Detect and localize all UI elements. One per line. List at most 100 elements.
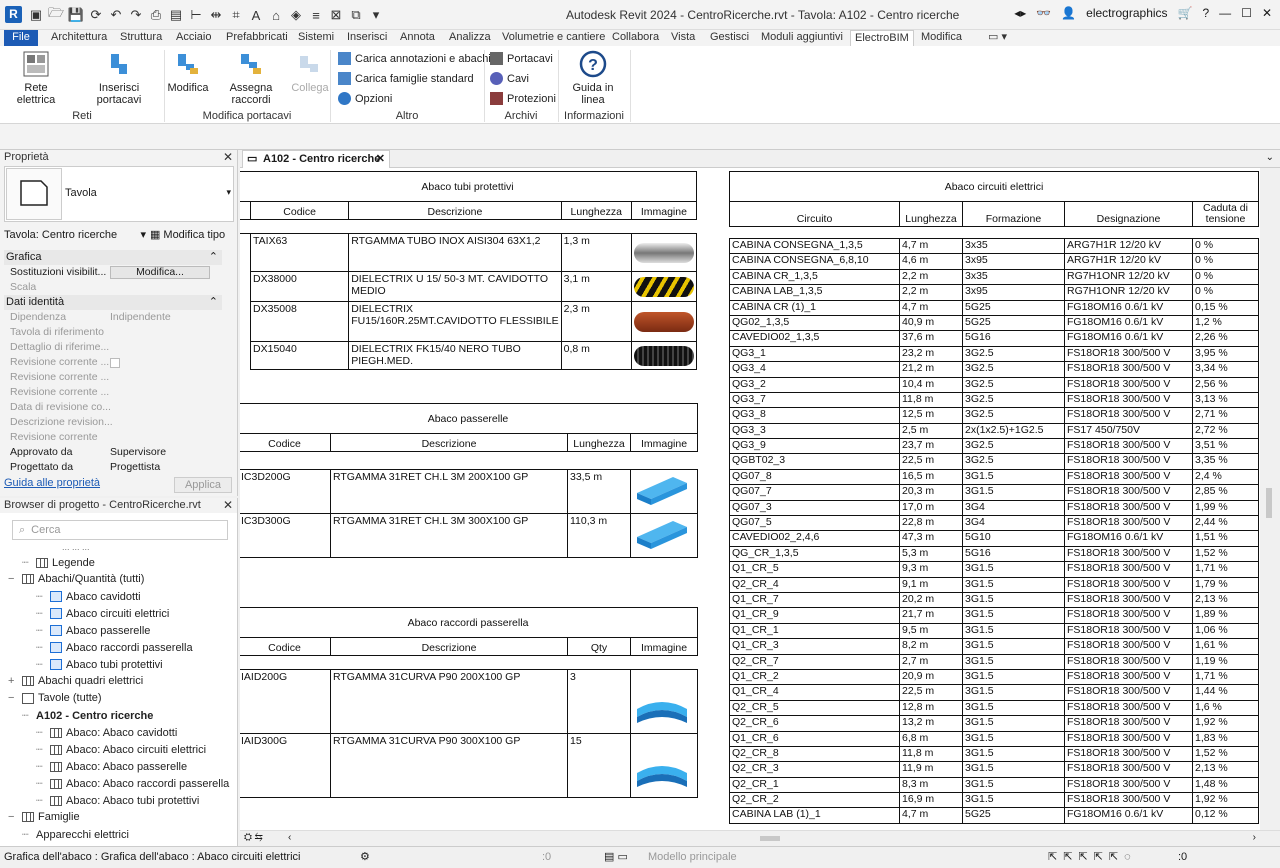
binoculars-icon[interactable]: 👓 [1036,6,1051,20]
measure-icon[interactable]: ⊢ [188,7,204,23]
panel-toggle-icon[interactable]: ▭ ▾ [984,30,1011,46]
doc-tab-a102[interactable]: ▭ A102 - Centro ricerche ✕ [242,150,390,168]
expand-icon[interactable]: − [8,573,18,585]
tag-icon[interactable]: ⌗ [228,7,244,23]
tab-electrobim[interactable]: ElectroBIM [850,30,914,46]
section-icon[interactable]: ◈ [288,7,304,23]
portacavi-button[interactable]: Portacavi [490,52,553,65]
table-row[interactable]: QG3_1 23,2 m 3G2.5 FS18OR18 300/500 V 3,95 % [729,345,1260,363]
pdf-icon[interactable]: ▤ [168,7,184,23]
print-icon[interactable]: ⎙ [148,7,164,23]
tree-item[interactable]: ┈ Abaco: Abaco raccordi passerella [36,777,229,791]
tab-analizza[interactable]: Analizza [445,30,495,46]
table-row[interactable]: CABINA CR_1,3,5 2,2 m 3x35 RG7H1ONR 12/20 k… [729,268,1260,286]
tree-item[interactable]: ┈ Abaco: Abaco circuiti elettrici [36,743,206,757]
table-row[interactable]: DX15040 DIELECTRIX FK15/40 NERO TUBO PIEG… [240,341,698,370]
tab-file[interactable]: File [4,30,38,46]
table-row[interactable]: TAIX63 RTGAMMA TUBO INOX AISI304 63X1,2 1,… [240,233,698,272]
tab-sistemi[interactable]: Sistemi [294,30,338,46]
table-row[interactable]: Q2_CR_2 16,9 m 3G1.5 FS18OR18 300/500 V 1,92… [729,792,1260,809]
tree-item[interactable]: ┈ Abaco passerelle [36,624,150,638]
assegna-raccordi-button[interactable]: Assegna raccordi [212,50,290,106]
table-row[interactable]: CABINA LAB_1,3,5 2,2 m 3x95 RG7H1ONR 12/20 … [729,284,1260,301]
filter-count[interactable]: :0 [1178,851,1187,863]
table-row[interactable]: Q2_CR_3 11,9 m 3G1.5 FS18OR18 300/500 V 2,13… [729,761,1260,778]
tab-struttura[interactable]: Struttura [116,30,166,46]
table-row[interactable]: QG3_7 11,8 m 3G2.5 FS18OR18 300/500 V 3,13 % [729,391,1260,409]
view-control-icon[interactable]: ⛭ ⇆ [244,832,263,843]
horizontal-scrollbar[interactable]: ⛭ ⇆ ‹ › [240,830,1280,846]
table-row[interactable]: Q1_CR_4 22,5 m 3G1.5 FS18OR18 300/500 V 1,44… [729,684,1260,701]
worksharing-icon[interactable]: ⚙ [360,850,370,863]
scroll-thumb[interactable] [760,836,780,841]
dimension-icon[interactable]: ⇹ [208,7,224,23]
table-row[interactable]: Q1_CR_1 9,5 m 3G1.5 FS18OR18 300/500 V 1,06 … [729,622,1260,640]
table-row[interactable]: Q2_CR_7 2,7 m 3G1.5 FS18OR18 300/500 V 1,19 … [729,653,1260,670]
scroll-thumb[interactable] [1266,488,1272,518]
checkbox[interactable] [110,358,120,368]
schedule-tubi[interactable]: Abaco tubi protettivi Codice Descrizione L… [240,171,698,370]
scroll-right-icon[interactable]: › [1253,832,1256,843]
table-row[interactable]: QG07_8 16,5 m 3G1.5 FS18OR18 300/500 V 2,4 % [729,468,1260,486]
model-icon[interactable]: ▤ ▭ [604,850,628,863]
table-row[interactable]: DX35008 DIELECTRIX FU15/160R.25MT.CAVIDOT… [240,301,698,342]
thin-lines-icon[interactable]: ≡ [308,7,324,23]
tree-item[interactable]: ┈ Abaco: Abaco cavidotti [36,726,177,740]
table-row[interactable]: IAID300G RTGAMMA 31CURVA P90 300X100 GP 15 [240,733,698,798]
tab-gestisci[interactable]: Gestisci [706,30,753,46]
modifica-button[interactable]: Modifica [166,50,210,94]
schedule-passerelle[interactable]: Abaco passerelle Codice Descrizione Lunghe… [240,403,698,558]
opzioni-button[interactable]: Opzioni [338,92,392,105]
tree-item[interactable]: ┈ Abaco: Abaco passerelle [36,760,187,774]
close-icon[interactable]: ✕ [223,150,233,165]
close-window-icon[interactable]: ✕ [1262,6,1272,20]
tab-moduli[interactable]: Moduli aggiuntivi [757,30,847,46]
carica-famiglie-button[interactable]: Carica famiglie standard [338,72,474,85]
tab-architettura[interactable]: Architettura [47,30,111,46]
table-row[interactable]: Q1_CR_9 21,7 m 3G1.5 FS18OR18 300/500 V 1,89… [729,607,1260,624]
maximize-icon[interactable]: ☐ [1241,6,1252,20]
apply-button[interactable]: Applica [174,477,232,493]
table-row[interactable]: CABINA CONSEGNA_1,3,5 4,7 m 3x35 ARG7H1R 12… [729,237,1260,255]
tree-item[interactable]: ┈ Abaco raccordi passerella [36,641,193,655]
help-icon[interactable]: ? [1202,6,1209,20]
tab-acciaio[interactable]: Acciaio [172,30,215,46]
close-tab-icon[interactable]: ✕ [376,151,385,167]
table-row[interactable]: QGBT02_3 22,5 m 3G2.5 FS18OR18 300/500 V 3,3… [729,453,1260,470]
info-dropdown-icon[interactable]: ◂▸ [1014,6,1026,20]
protezioni-button[interactable]: Protezioni [490,92,556,105]
tree-item[interactable]: − Abachi/Quantità (tutti) [8,573,144,585]
modifica-tipo-button[interactable]: ▦ Modifica tipo [150,226,234,244]
active-model[interactable]: Modello principale [648,851,737,863]
revit-logo[interactable]: R [5,6,22,23]
table-row[interactable]: QG02_1,3,5 40,9 m 5G25 FG18OM16 0.6/1 kV 1,2… [729,314,1260,332]
save-icon[interactable]: 💾 [68,7,84,23]
table-row[interactable]: Q1_CR_5 9,3 m 3G1.5 FS18OR18 300/500 V 1,71 … [729,561,1260,578]
table-row[interactable]: QG3_4 21,2 m 3G2.5 FS18OR18 300/500 V 3,34 % [729,361,1260,378]
text-icon[interactable]: A [248,7,264,23]
user-icon[interactable]: 👤 [1061,6,1076,20]
expand-icon[interactable]: − [8,811,18,823]
selection-filters-icon[interactable]: ⇱⇱⇱⇱⇱◌ [1048,850,1137,863]
tab-annota[interactable]: Annota [396,30,439,46]
tree-item[interactable]: ┈ Abaco: Abaco tubi protettivi [36,794,199,808]
table-row[interactable]: QG07_5 22,8 m 3G4 FS18OR18 300/500 V 2,44 % [729,515,1260,532]
expand-icon[interactable]: + [8,675,18,687]
tree-item[interactable]: ┈ Abaco cavidotti [36,590,141,604]
rete-elettrica-button[interactable]: Rete elettrica [6,50,66,106]
table-row[interactable]: Q1_CR_7 20,2 m 3G1.5 FS18OR18 300/500 V 2,13… [729,591,1260,609]
scroll-left-icon[interactable]: ‹ [288,832,291,843]
table-row[interactable]: IC3D300G RTGAMMA 31RET CH.L 3M 300X100 GP… [240,513,698,558]
tab-prefabbricati[interactable]: Prefabbricati [222,30,292,46]
tree-item[interactable]: ┈ Legende [22,556,95,570]
table-row[interactable]: CABINA CR (1)_1 4,7 m 5G25 FG18OM16 0.6/1 k… [729,299,1260,316]
schedule-circuiti[interactable]: Abaco circuiti elettrici Circuito Lunghez… [728,171,1260,824]
table-row[interactable]: Q1_CR_6 6,8 m 3G1.5 FS18OR18 300/500 V 1,83 … [729,730,1260,747]
table-row[interactable]: QG3_8 12,5 m 3G2.5 FS18OR18 300/500 V 2,71 % [729,407,1260,424]
section-dati-identita[interactable]: Dati identità ⌃ [4,295,222,310]
tree-item[interactable]: − Tavole (tutte) [8,692,102,704]
tree-item[interactable]: ┈ A102 - Centro ricerche [22,709,153,723]
home-icon[interactable]: ▣ [28,7,44,23]
table-row[interactable]: Q2_CR_4 9,1 m 3G1.5 FS18OR18 300/500 V 1,79 … [729,576,1260,593]
table-row[interactable]: Q1_CR_2 20,9 m 3G1.5 FS18OR18 300/500 V 1,71… [729,668,1260,686]
